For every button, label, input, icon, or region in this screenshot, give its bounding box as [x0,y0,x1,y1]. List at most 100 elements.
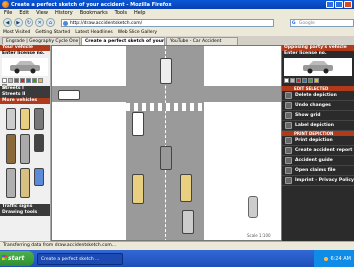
swatch-dark[interactable] [14,78,19,83]
swatch-grey[interactable] [290,78,295,83]
info-icon [285,177,292,184]
create-report-button[interactable]: Create accident report [282,146,354,156]
undo-changes-button[interactable]: Undo changes [282,101,354,111]
tray-icon[interactable] [324,256,329,261]
stop-icon[interactable]: ✕ [35,18,45,27]
vehicle-van[interactable] [20,108,30,130]
swatch-yellow[interactable] [314,78,319,83]
menu-tools[interactable]: Tools [115,10,127,16]
vehicle-lorry[interactable] [20,168,30,198]
maximize-button[interactable] [335,1,343,8]
grid-icon [285,112,292,119]
canvas-vehicle-crossing[interactable] [58,90,80,100]
swatch-yellow[interactable] [38,78,43,83]
swatch-white[interactable] [2,78,7,83]
tab-bar: Engrade | Geography Cycle One / Toda... … [0,36,354,45]
canvas-vehicle-van-2[interactable] [180,174,192,202]
site-globe-icon [62,20,68,26]
opposing-vehicle-preview[interactable] [284,58,352,76]
show-grid-button[interactable]: Show grid [282,111,354,121]
print-depiction-button[interactable]: Print depiction [282,136,354,146]
bookmark-latest-headlines[interactable]: Latest Headlines [75,30,113,35]
vehicle-car[interactable] [6,108,16,130]
back-icon[interactable]: ◀ [3,18,12,27]
vehicle-trailer[interactable] [6,168,16,198]
search-placeholder: Google [298,20,315,26]
opposing-license-label: Enter license no. [284,51,327,56]
license-label: Enter license no. [2,51,45,56]
swatch-white[interactable] [284,78,289,83]
accident-guide-button[interactable]: Accident guide [282,156,354,166]
folder-icon [285,167,292,174]
google-icon: G [291,20,296,26]
taskbar-firefox-window[interactable]: Create a perfect sketch ... [37,252,123,265]
bookmark-web-slice-gallery[interactable]: Web Slice Gallery [118,30,157,35]
firefox-icon [2,1,9,8]
window-title: Create a perfect sketch of your accident… [11,1,172,8]
delete-depiction-button[interactable]: Delete depiction [282,91,354,101]
print-icon [285,137,292,144]
open-claims-text: Open claims file [295,168,336,173]
opposing-color-swatches [282,77,354,86]
menu-view[interactable]: View [36,10,48,16]
swatch-blue[interactable] [26,78,31,83]
road-horizontal [52,86,281,102]
url-bar[interactable]: http://draw.accidentsketch.com/ [60,18,274,27]
bookmark-most-visited[interactable]: Most Visited [3,30,30,35]
close-button[interactable] [344,1,352,8]
menu-bookmarks[interactable]: Bookmarks [80,10,108,16]
drawing-tools-header[interactable]: Drawing tools [0,210,50,216]
swatch-green[interactable] [32,78,37,83]
canvas-vehicle-car[interactable] [182,210,194,234]
reload-icon[interactable]: ↻ [24,18,34,27]
forward-icon[interactable]: ▶ [13,18,23,27]
tab-youtube[interactable]: YouTube - Car Accident [166,37,238,45]
search-input[interactable]: G Google [289,18,354,27]
menu-edit[interactable]: Edit [19,10,29,16]
menu-history[interactable]: History [55,10,73,16]
vehicle-truck[interactable] [6,134,16,164]
tab-engrade[interactable]: Engrade | Geography Cycle One / Toda... [2,37,80,45]
vehicle-suv[interactable] [34,108,44,130]
delete-icon [285,92,292,99]
crosswalk [126,103,204,111]
vehicle-motorbike[interactable] [34,134,44,152]
start-button[interactable]: start [0,251,34,266]
canvas-vehicle-white[interactable] [160,58,172,84]
window-controls [326,1,352,8]
swatch-grey[interactable] [8,78,13,83]
canvas-vehicle-van[interactable] [132,174,144,204]
page-content: Your vehicle Enter license no. Streets I… [0,45,354,241]
swatch-red[interactable] [20,78,25,83]
status-bar: Transferring data from draw.accidentsket… [0,241,354,250]
vehicle-bus[interactable] [20,134,30,164]
tab-accident-sketch[interactable]: Create a perfect sketch of your a... [81,37,165,45]
sketch-canvas[interactable]: Scale 1:100 [51,45,282,241]
left-panel: Your vehicle Enter license no. Streets I… [0,45,51,241]
menu-file[interactable]: File [4,10,12,16]
imprint-privacy-button[interactable]: Imprint - Privacy Policy [282,176,354,186]
label-depiction-button[interactable]: Label depiction [282,121,354,131]
vehicle-gallery [0,104,50,204]
your-vehicle-preview[interactable] [2,58,48,76]
home-icon[interactable]: ⌂ [46,18,55,27]
navigation-toolbar: ◀ ▶ ↻ ✕ ⌂ http://draw.accidentsketch.com… [0,17,354,28]
create-report-text: Create accident report [295,148,353,153]
canvas-vehicle-grey[interactable] [160,146,172,170]
car-icon [10,61,40,74]
trash-bin-icon[interactable] [248,196,258,218]
canvas-vehicle-white-2[interactable] [132,112,144,136]
minimize-button[interactable] [326,1,334,8]
open-claims-button[interactable]: Open claims file [282,166,354,176]
menu-help[interactable]: Help [134,10,145,16]
start-label: start [8,255,25,262]
bookmark-getting-started[interactable]: Getting Started [35,30,70,35]
window-titlebar: Create a perfect sketch of your accident… [0,0,354,9]
label-icon [285,122,292,129]
windows-taskbar: start Create a perfect sketch ... 6:24 A… [0,250,354,267]
clock: 6:24 AM [330,255,351,262]
swatch-red[interactable] [296,78,301,83]
vehicle-bicycle[interactable] [34,168,44,186]
swatch-green[interactable] [308,78,313,83]
swatch-blue[interactable] [302,78,307,83]
